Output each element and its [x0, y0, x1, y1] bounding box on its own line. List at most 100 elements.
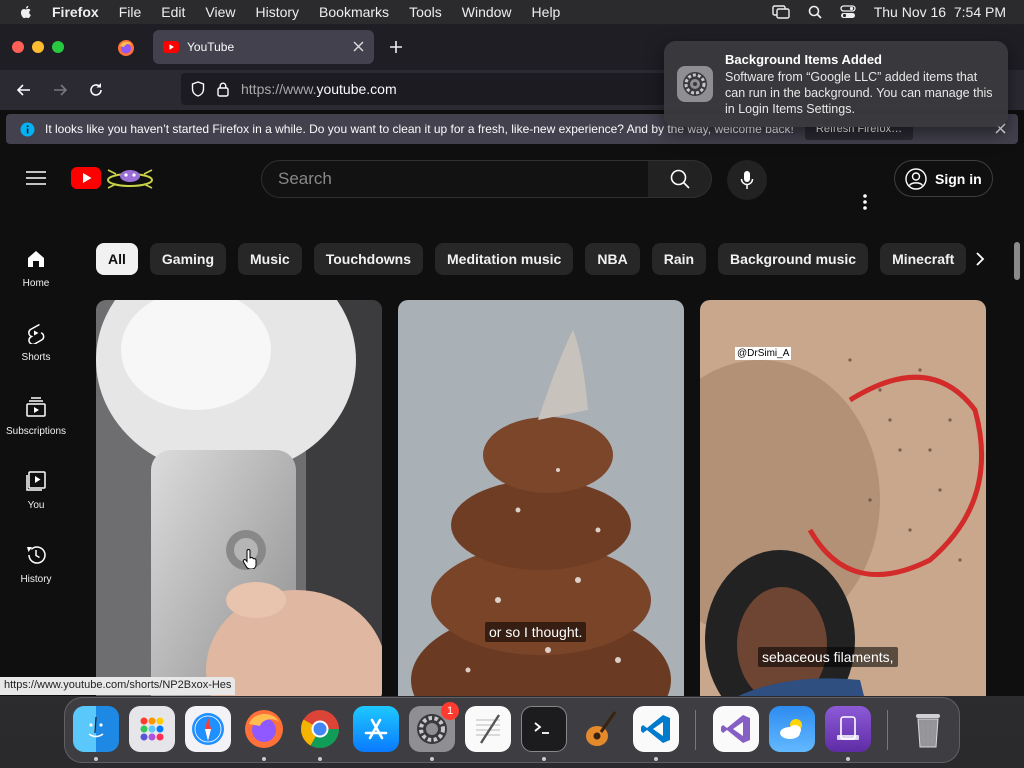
youtube-logo-icon[interactable] — [71, 167, 101, 189]
forward-icon[interactable] — [52, 82, 68, 98]
nav-history[interactable]: History — [0, 536, 72, 610]
firefox-view-icon[interactable] — [117, 39, 135, 57]
menu-view[interactable]: View — [205, 4, 235, 20]
more-options-icon[interactable] — [863, 194, 867, 210]
hand-pointer-cursor-icon — [242, 549, 257, 569]
sign-in-label: Sign in — [935, 170, 982, 187]
menu-window[interactable]: Window — [462, 4, 512, 20]
finder-running-indicator — [94, 757, 98, 761]
youtube-page: Search Sign in All Gaming Music Touchdow… — [0, 150, 1024, 696]
short-card-2[interactable]: or so I thought. — [398, 300, 684, 696]
terminal-running-indicator — [542, 757, 546, 761]
app-store-icon[interactable] — [353, 706, 399, 752]
notification-title: Background Items Added — [725, 52, 882, 67]
garageband-icon[interactable] — [577, 706, 623, 752]
lock-icon[interactable] — [217, 82, 229, 97]
menu-file[interactable]: File — [119, 4, 142, 20]
chip-nba[interactable]: NBA — [585, 243, 640, 275]
you-icon — [26, 471, 46, 491]
search-input[interactable]: Search — [261, 160, 649, 198]
visual-studio-icon[interactable] — [713, 706, 759, 752]
chip-touchdowns[interactable]: Touchdowns — [313, 243, 423, 275]
search-button[interactable] — [648, 160, 712, 198]
nav-shorts-label: Shorts — [21, 352, 51, 363]
zoom-window-button[interactable] — [52, 41, 64, 53]
simulator-icon[interactable] — [825, 706, 871, 752]
system-settings-notification-icon — [677, 66, 713, 102]
back-icon[interactable] — [16, 82, 32, 98]
short-card-3[interactable]: @DrSimi_A sebaceous filaments, — [700, 300, 986, 696]
shorts-icon — [28, 323, 45, 344]
short-card-1[interactable] — [96, 300, 382, 696]
search-icon — [670, 169, 690, 189]
dock-separator — [695, 710, 696, 750]
menu-help[interactable]: Help — [532, 4, 561, 20]
chip-minecraft[interactable]: Minecraft — [880, 243, 967, 275]
gear-icon — [683, 72, 707, 96]
sign-in-button[interactable]: Sign in — [894, 160, 993, 197]
system-settings-running-indicator — [430, 757, 434, 761]
nav-you[interactable]: You — [0, 462, 72, 536]
menu-edit[interactable]: Edit — [161, 4, 185, 20]
category-chips: All Gaming Music Touchdowns Meditation m… — [96, 243, 967, 275]
tab-youtube[interactable]: YouTube — [153, 30, 374, 64]
dock-separator-2 — [887, 710, 888, 750]
chips-next-chevron-icon[interactable] — [975, 252, 985, 266]
new-tab-icon[interactable] — [389, 40, 403, 54]
menu-bar: Firefox File Edit View History Bookmarks… — [0, 0, 1024, 24]
search-placeholder: Search — [278, 169, 332, 188]
dock: 1 — [64, 697, 960, 763]
terminal-icon[interactable] — [521, 706, 567, 752]
desktop: Firefox File Edit View History Bookmarks… — [0, 0, 1024, 768]
tab-title: YouTube — [187, 40, 235, 54]
menu-history[interactable]: History — [255, 4, 299, 20]
notification-body: Software from “Google LLC” added items t… — [725, 70, 993, 116]
nav-subscriptions[interactable]: Subscriptions — [0, 388, 72, 462]
vscode-icon[interactable] — [633, 706, 679, 752]
menu-app-name[interactable]: Firefox — [52, 4, 99, 20]
tracking-protection-shield-icon[interactable] — [191, 81, 205, 97]
safari-icon[interactable] — [185, 706, 231, 752]
address-bar[interactable]: https://www. youtube.com — [181, 73, 701, 105]
simulator-running-indicator — [846, 757, 850, 761]
minimize-window-button[interactable] — [32, 41, 44, 53]
finder-icon[interactable] — [73, 706, 119, 752]
reload-icon[interactable] — [88, 82, 104, 98]
url-prefix: https://www. — [241, 81, 317, 97]
control-center-icon[interactable] — [840, 5, 856, 19]
menu-bookmarks[interactable]: Bookmarks — [319, 4, 389, 20]
firefox-icon[interactable] — [241, 706, 287, 752]
youtube-doodle-icon[interactable] — [104, 164, 156, 192]
chip-meditation-music[interactable]: Meditation music — [435, 243, 574, 275]
menubar-clock[interactable]: Thu Nov 16 7:54 PM — [874, 4, 1006, 20]
vscode-running-indicator — [654, 757, 658, 761]
account-circle-icon — [905, 167, 927, 190]
weather-icon[interactable] — [769, 706, 815, 752]
screen-mirroring-icon[interactable] — [772, 5, 790, 19]
chip-gaming[interactable]: Gaming — [149, 243, 227, 275]
chip-music[interactable]: Music — [238, 243, 302, 275]
nav-subscriptions-label: Subscriptions — [5, 426, 67, 437]
nav-shorts[interactable]: Shorts — [0, 314, 72, 388]
launchpad-icon[interactable] — [129, 706, 175, 752]
menu-tools[interactable]: Tools — [409, 4, 442, 20]
chip-background-music[interactable]: Background music — [718, 243, 869, 275]
textedit-icon[interactable] — [465, 706, 511, 752]
microphone-icon — [740, 171, 754, 189]
chip-rain[interactable]: Rain — [651, 243, 707, 275]
spotlight-search-icon[interactable] — [808, 5, 822, 19]
page-scrollbar[interactable] — [1014, 242, 1020, 280]
chrome-icon[interactable] — [297, 706, 343, 752]
chip-all[interactable]: All — [96, 243, 138, 275]
short-caption-2: or so I thought. — [485, 622, 587, 642]
hamburger-menu-icon[interactable] — [26, 170, 46, 186]
system-settings-badge: 1 — [441, 702, 459, 720]
nav-home[interactable]: Home — [0, 240, 72, 314]
voice-search-button[interactable] — [727, 160, 767, 200]
background-items-notification[interactable]: Background Items Added Software from “Go… — [664, 41, 1008, 127]
short-thumbnail-1 — [96, 300, 382, 696]
close-window-button[interactable] — [12, 41, 24, 53]
trash-icon[interactable] — [905, 706, 951, 752]
close-tab-icon[interactable] — [353, 41, 364, 52]
apple-icon[interactable] — [18, 4, 34, 20]
